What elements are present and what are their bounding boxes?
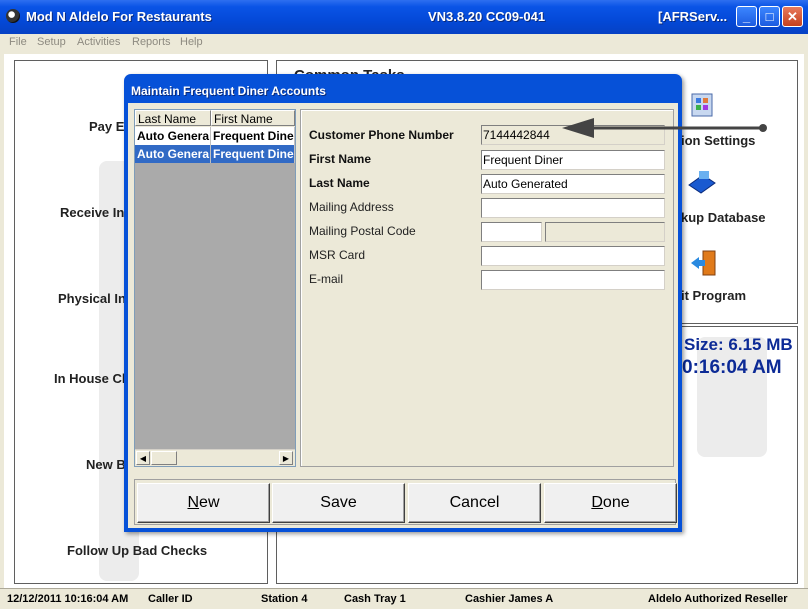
- frequent-diner-dialog: Maintain Frequent Diner Accounts Last Na…: [124, 74, 682, 532]
- minimize-button[interactable]: _: [736, 6, 757, 27]
- server-label: [AFRServ...: [658, 9, 728, 24]
- cell-last-name: Auto Genera: [135, 127, 211, 145]
- postal-code-field[interactable]: [481, 222, 542, 242]
- new-button-label: ew: [199, 494, 220, 511]
- task-settings[interactable]: ion Settings: [681, 133, 755, 148]
- first-name-label: First Name: [309, 152, 372, 166]
- left-item-receive[interactable]: Receive In: [60, 205, 124, 220]
- current-time: 0:16:04 AM: [682, 357, 782, 378]
- cancel-button[interactable]: Cancel: [408, 483, 541, 523]
- menu-reports[interactable]: Reports: [132, 36, 171, 48]
- cell-first-name: Frequent Diner: [211, 127, 295, 145]
- main-title-bar[interactable]: Mod N Aldelo For Restaurants VN3.8.20 CC…: [0, 0, 808, 34]
- task-backup-database[interactable]: kup Database: [681, 210, 766, 225]
- address-field[interactable]: [481, 198, 665, 218]
- list-horizontal-scrollbar[interactable]: ◀ ▶: [135, 449, 295, 466]
- email-label: E-mail: [309, 272, 344, 286]
- postal-code-extension-field: [545, 222, 665, 242]
- new-button[interactable]: New: [137, 483, 270, 523]
- status-cashier: Cashier James A: [465, 593, 554, 605]
- dialog-button-bar: New Save Cancel Done: [134, 479, 677, 525]
- scroll-thumb[interactable]: [151, 451, 177, 465]
- window-title: Mod N Aldelo For Restaurants: [26, 9, 212, 24]
- settings-icon[interactable]: [689, 91, 717, 119]
- postal-code-label: Mailing Postal Code: [309, 224, 416, 238]
- phone-label: Customer Phone Number: [309, 128, 454, 142]
- dialog-title: Maintain Frequent Diner Accounts: [131, 84, 326, 98]
- done-button-mnemonic: D: [591, 494, 603, 511]
- status-bar: 12/12/2011 10:16:04 AM Caller ID Station…: [0, 588, 808, 609]
- first-name-field[interactable]: Frequent Diner: [481, 150, 665, 170]
- scroll-right-icon[interactable]: ▶: [279, 451, 293, 465]
- left-item-new[interactable]: New B: [86, 457, 126, 472]
- database-size: Size: 6.15 MB: [684, 335, 793, 354]
- dialog-body: Last Name First Name Auto Genera Frequen…: [128, 103, 678, 528]
- cell-first-name: Frequent Diner: [211, 145, 295, 163]
- menu-help[interactable]: Help: [180, 36, 203, 48]
- scroll-left-icon[interactable]: ◀: [136, 451, 150, 465]
- device-graphic: [697, 337, 767, 457]
- left-item-in-house[interactable]: In House Cl: [54, 371, 126, 386]
- maximize-button[interactable]: □: [759, 6, 780, 27]
- column-header-first-name[interactable]: First Name: [211, 110, 295, 126]
- done-button-label: one: [602, 494, 630, 511]
- menu-setup[interactable]: Setup: [37, 36, 66, 48]
- list-item-selected[interactable]: Auto Genera Frequent Diner: [135, 145, 295, 163]
- last-name-field[interactable]: Auto Generated: [481, 174, 665, 194]
- save-button[interactable]: Save: [272, 483, 405, 523]
- app-icon: [6, 9, 20, 23]
- left-item-follow-up-bad-checks[interactable]: Follow Up Bad Checks: [67, 543, 207, 558]
- msr-card-label: MSR Card: [309, 248, 366, 262]
- status-cash-tray: Cash Tray 1: [344, 593, 406, 605]
- done-button[interactable]: Done: [544, 483, 677, 523]
- menu-bar: File Setup Activities Reports Help: [0, 34, 808, 54]
- exit-icon[interactable]: [689, 249, 717, 277]
- new-button-mnemonic: N: [187, 494, 200, 511]
- email-field[interactable]: [481, 270, 665, 290]
- list-item[interactable]: Auto Genera Frequent Diner: [135, 127, 295, 145]
- close-button[interactable]: ✕: [782, 6, 803, 27]
- accounts-list[interactable]: Last Name First Name Auto Genera Frequen…: [134, 109, 296, 467]
- status-caller-id: Caller ID: [148, 593, 193, 605]
- task-exit-program[interactable]: it Program: [681, 288, 746, 303]
- left-item-pay[interactable]: Pay E: [89, 119, 124, 134]
- phone-field[interactable]: 7144442844: [481, 125, 665, 145]
- account-form: Customer Phone Number 7144442844 First N…: [300, 109, 674, 467]
- list-header: Last Name First Name: [135, 110, 295, 127]
- address-label: Mailing Address: [309, 200, 394, 214]
- menu-file[interactable]: File: [9, 36, 27, 48]
- menu-activities[interactable]: Activities: [77, 36, 120, 48]
- database-icon[interactable]: [687, 169, 716, 197]
- cell-last-name: Auto Genera: [135, 145, 211, 163]
- last-name-label: Last Name: [309, 176, 370, 190]
- column-header-last-name[interactable]: Last Name: [135, 110, 211, 126]
- msr-card-field[interactable]: [481, 246, 665, 266]
- status-datetime: 12/12/2011 10:16:04 AM: [7, 593, 129, 605]
- left-item-physical[interactable]: Physical In: [58, 291, 126, 306]
- version-label: VN3.8.20 CC09-041: [428, 9, 546, 24]
- status-station: Station 4: [261, 593, 308, 605]
- status-reseller: Aldelo Authorized Reseller: [648, 593, 788, 605]
